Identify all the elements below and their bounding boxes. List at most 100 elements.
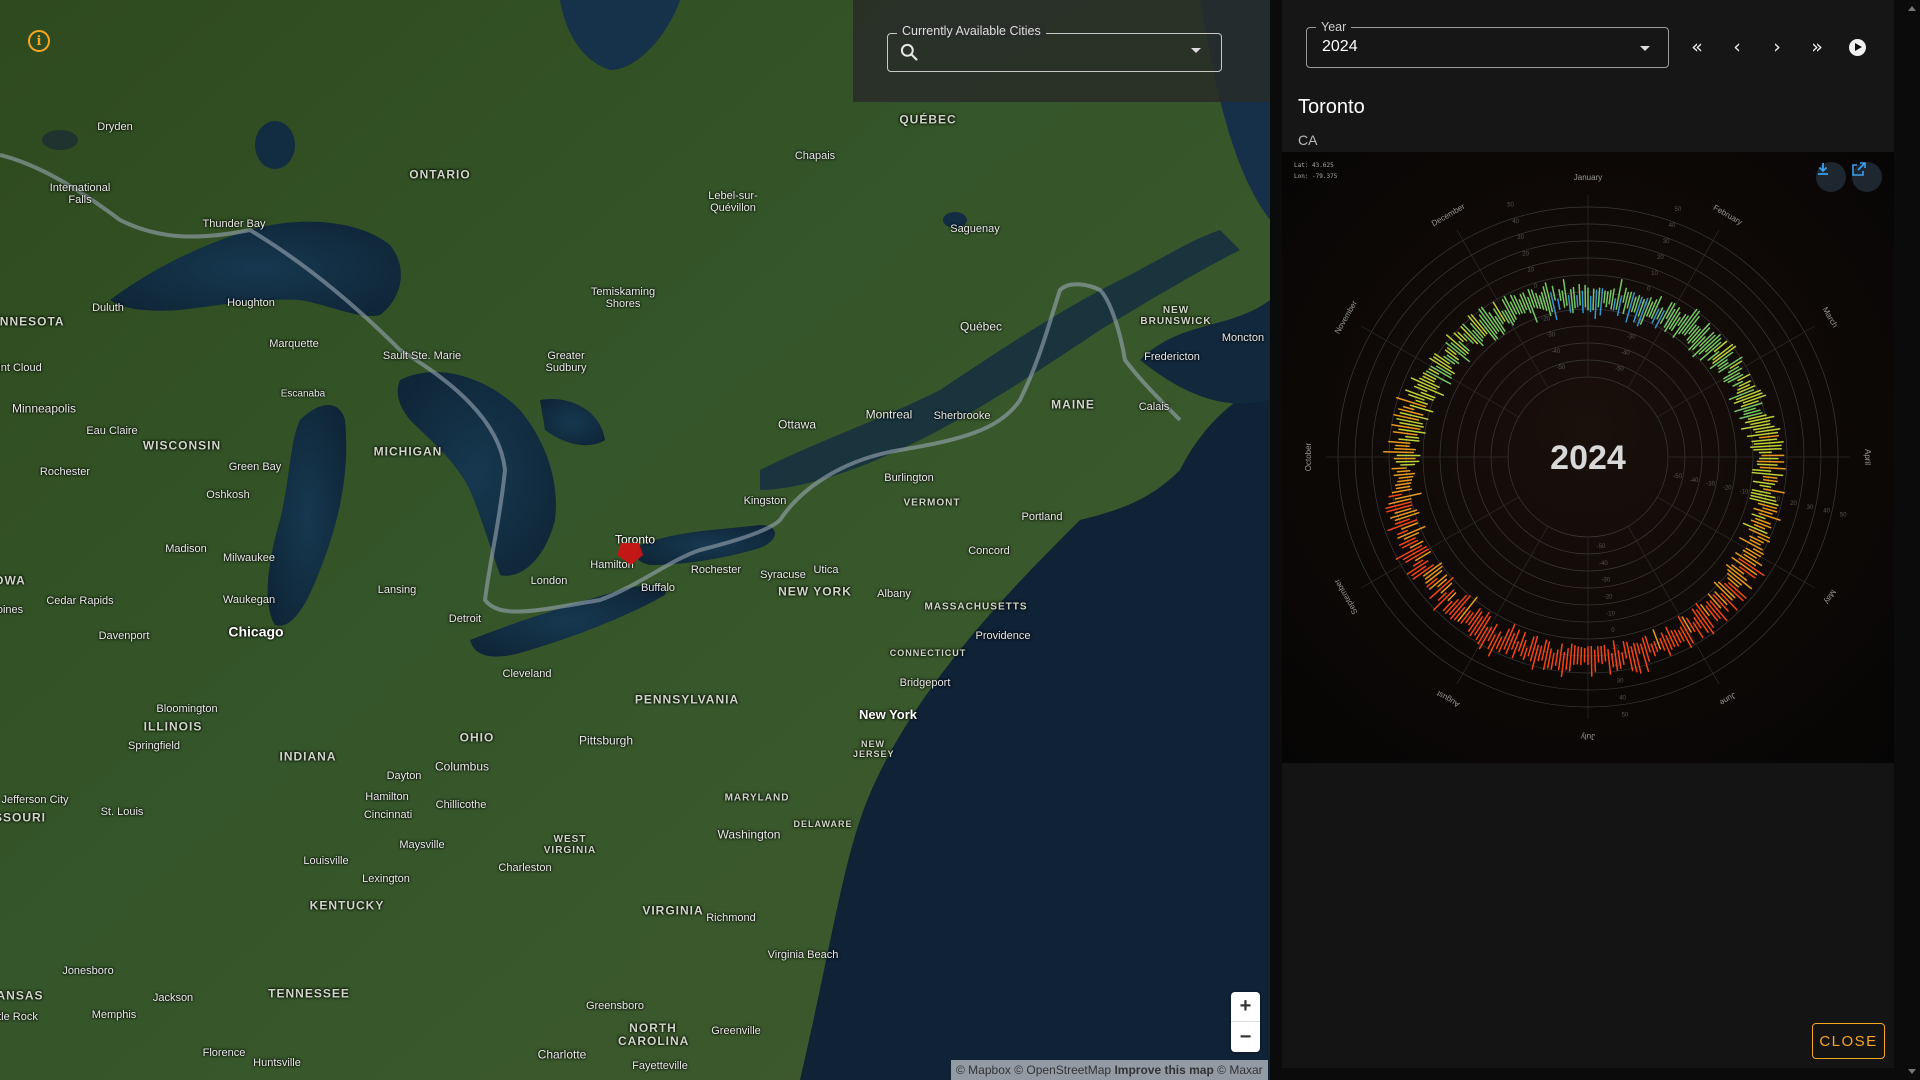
daily-temperature-bar <box>1385 501 1412 510</box>
last-year-button[interactable]: » <box>1804 34 1830 60</box>
scroll-up-icon[interactable] <box>1908 6 1916 11</box>
map-label-region: NORTH CAROLINA <box>618 1020 690 1048</box>
ring-tick-label: 40 <box>1512 219 1519 225</box>
daily-temperature-bar <box>1397 479 1413 483</box>
ring-tick-label: -50 <box>1615 367 1624 373</box>
daily-temperature-bar <box>1749 535 1764 544</box>
chevron-down-icon[interactable] <box>1191 48 1201 53</box>
daily-temperature-bar <box>1607 648 1612 675</box>
map-label-city: Portland <box>1021 510 1063 523</box>
map-label-region: OWA <box>0 573 26 588</box>
download-button[interactable] <box>1816 162 1846 192</box>
map-label-city: Sherbrooke <box>933 409 991 422</box>
daily-temperature-bar <box>1758 434 1779 439</box>
daily-temperature-bar <box>1688 324 1697 335</box>
daily-temperature-bar <box>1641 637 1651 662</box>
open-external-button[interactable] <box>1852 162 1882 192</box>
map-label-city: Chicago <box>228 623 284 640</box>
daily-temperature-bar <box>1652 629 1662 650</box>
city-search-input[interactable] <box>925 40 1180 64</box>
map-label-city: Albany <box>877 587 911 600</box>
ring-tick-label: -20 <box>1723 485 1732 491</box>
map-label-city: Cincinnati <box>363 808 413 821</box>
ring-tick-label: -20 <box>1604 595 1613 601</box>
ring-tick-label: 0 <box>1611 628 1615 634</box>
info-icon[interactable]: i <box>28 30 50 52</box>
map-label-city: Lexington <box>362 872 410 885</box>
daily-temperature-bar <box>1759 484 1772 488</box>
zoom-control: + − <box>1231 992 1260 1052</box>
map-label-region: INDIANA <box>279 749 337 764</box>
map-label-city: Burlington <box>884 471 934 484</box>
daily-temperature-bar <box>1580 646 1583 666</box>
daily-temperature-bar <box>1745 547 1762 558</box>
attribution-maxar-link[interactable]: © Maxar <box>1217 1063 1263 1077</box>
daily-temperature-bar <box>1762 478 1778 483</box>
daily-temperature-bar <box>1724 582 1744 602</box>
city-name: Toronto <box>1298 96 1365 118</box>
selected-city-marker[interactable] <box>617 543 643 565</box>
daily-temperature-bar <box>1759 466 1787 470</box>
play-icon[interactable] <box>1849 39 1866 56</box>
daily-temperature-bar <box>1670 630 1680 647</box>
map-label-region: INNESOTA <box>0 314 65 329</box>
ring-tick-label: -50 <box>1673 474 1682 480</box>
daily-temperature-bar <box>1426 577 1438 588</box>
open-external-icon <box>1852 162 1866 176</box>
map-label-city: int Cloud <box>0 361 42 374</box>
year-select[interactable] <box>1306 27 1669 68</box>
map-label-city: Eau Claire <box>86 424 138 437</box>
map-label-city: Davenport <box>98 629 150 642</box>
ring-tick-label: -40 <box>1599 561 1608 567</box>
month-label: June <box>1718 691 1738 708</box>
daily-temperature-bar <box>1709 600 1728 622</box>
first-year-button[interactable]: « <box>1684 34 1710 60</box>
ring-tick-label: -20 <box>1541 316 1550 322</box>
map-label-city: Ottawa <box>777 417 817 432</box>
ring-tick-label: -40 <box>1551 349 1560 355</box>
daily-temperature-bar <box>1400 463 1416 466</box>
daily-temperature-bar <box>1727 577 1739 588</box>
map-label-city: Cleveland <box>502 667 552 680</box>
daily-temperature-bar <box>1756 460 1785 463</box>
close-button[interactable]: CLOSE <box>1812 1023 1885 1059</box>
scrollbar[interactable] <box>1904 0 1920 1080</box>
map-label-city: Greater Sudbury <box>545 349 587 374</box>
chevron-down-icon[interactable] <box>1640 46 1650 51</box>
map-label-city: Charlotte <box>537 1047 587 1062</box>
daily-temperature-bar <box>1388 493 1403 498</box>
daily-temperature-bar <box>1398 475 1414 479</box>
panel-empty-area <box>1282 763 1894 1068</box>
daily-temperature-bar <box>1653 640 1659 653</box>
map-label-city: Rochester <box>690 563 742 576</box>
daily-temperature-bar <box>1394 447 1417 451</box>
map-label-region: TENNESSEE <box>268 986 350 1001</box>
daily-temperature-bar <box>1393 472 1416 477</box>
next-year-button[interactable]: › <box>1764 34 1790 60</box>
latitude-text: Lat: 43.625 <box>1294 162 1334 169</box>
map-view[interactable]: Dryden International Falls Thunder Bay O… <box>0 0 1270 1080</box>
map-label-city: Charleston <box>498 861 552 874</box>
ring-tick-label: 40 <box>1823 509 1830 515</box>
map-label-city: Washington <box>717 827 781 842</box>
zoom-out-button[interactable]: − <box>1231 1022 1260 1052</box>
daily-temperature-bar <box>1691 608 1709 633</box>
daily-temperature-bar <box>1572 644 1576 666</box>
map-label-city: Lebel-sur-Quévillon <box>708 189 758 214</box>
zoom-in-button[interactable]: + <box>1231 992 1260 1022</box>
improve-map-link[interactable]: Improve this map <box>1114 1063 1213 1077</box>
ring-tick-label: 10 <box>1651 271 1658 277</box>
previous-year-button[interactable]: ‹ <box>1724 34 1750 60</box>
map-label-city: Chapais <box>794 149 836 162</box>
attribution-mapbox-link[interactable]: © Mapbox <box>956 1063 1011 1077</box>
daily-temperature-bar <box>1568 643 1573 672</box>
scroll-down-icon[interactable] <box>1908 1069 1916 1074</box>
daily-temperature-bar <box>1443 355 1456 365</box>
attribution-osm-link[interactable]: © OpenStreetMap <box>1014 1063 1111 1077</box>
daily-temperature-bar <box>1622 640 1628 659</box>
daily-temperature-bar <box>1551 285 1556 301</box>
map-label-city: Utica <box>813 563 839 576</box>
map-label-city: International Falls <box>49 181 111 206</box>
daily-temperature-bar <box>1392 431 1418 436</box>
spoke-gridline <box>1456 229 1549 388</box>
